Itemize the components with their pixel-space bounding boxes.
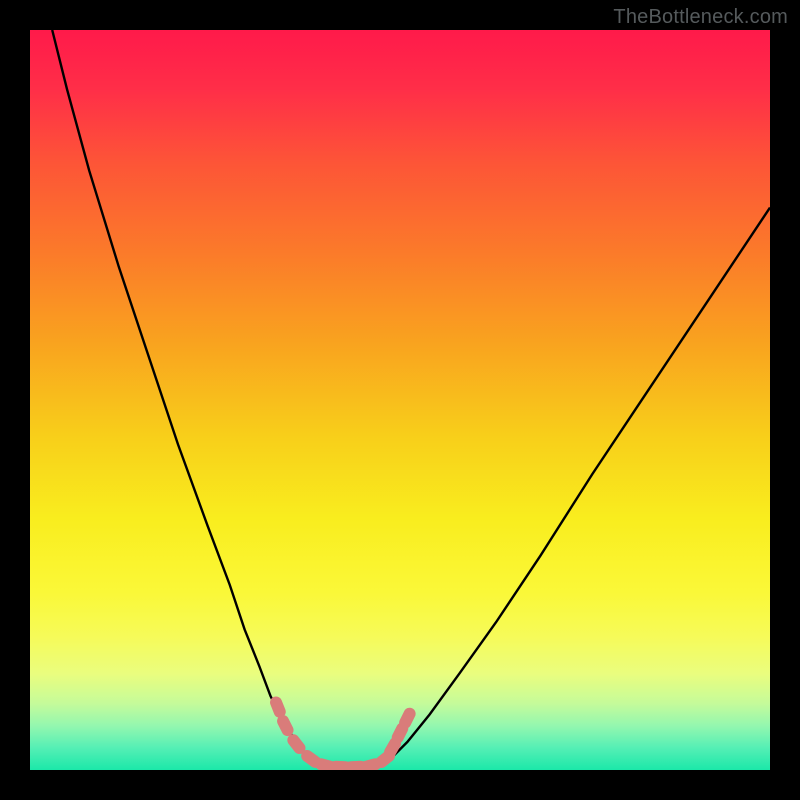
chart-frame: TheBottleneck.com: [0, 0, 800, 800]
background-gradient: [30, 30, 770, 770]
watermark-text: TheBottleneck.com: [613, 6, 788, 29]
plot-area: [30, 30, 770, 770]
